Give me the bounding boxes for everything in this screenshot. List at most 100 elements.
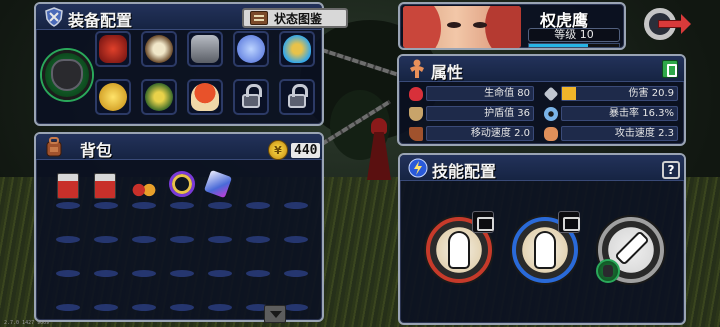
magnifier-orb-icon (237, 35, 265, 63)
stat-shield: 护盾值 36 (409, 106, 534, 121)
crossed-blades-icon (617, 233, 647, 263)
equipment-slot[interactable] (141, 31, 177, 67)
lightning-orb-icon (406, 156, 430, 180)
version-label: 2.7.0 1427 9609 (4, 320, 50, 326)
exit-button[interactable] (636, 4, 691, 44)
bag-slot[interactable] (284, 270, 308, 277)
padlock-icon (242, 84, 262, 108)
plant-monster-icon (145, 83, 173, 111)
blue-flame-icon (283, 35, 311, 63)
heart-icon (409, 86, 423, 101)
bag-slot[interactable] (94, 270, 118, 277)
bag-slot[interactable] (132, 236, 156, 243)
backpack-title: 背包 (80, 141, 113, 160)
scroll-down-button[interactable] (264, 305, 286, 323)
sword-icon (543, 86, 559, 101)
character-level: 等级 10 (528, 28, 620, 42)
attributes-title: 属性 (431, 63, 464, 82)
gold-counter: ¥ 440 (268, 140, 321, 160)
bag-slot[interactable] (56, 202, 80, 209)
bag-item[interactable] (202, 168, 234, 200)
bag-slot[interactable] (246, 202, 270, 209)
skill-type-badge-icon (472, 211, 494, 233)
bag-slot[interactable] (170, 270, 194, 277)
crystal-cube-icon (203, 169, 233, 199)
damage-fill (562, 87, 576, 100)
stat-attack-speed: 攻击速度 2.3 (544, 126, 678, 141)
bag-slot[interactable] (56, 270, 80, 277)
bag-slot[interactable] (208, 236, 232, 243)
red-mushroom-icon (191, 83, 219, 111)
equipment-panel: 装备配置 状态图鉴 (34, 2, 348, 126)
equipment-slot[interactable] (95, 31, 131, 67)
equipment-slot[interactable] (141, 79, 177, 115)
eye-icon (544, 106, 558, 121)
backpack-panel: 背包 ¥ 440 (34, 132, 324, 323)
stat-attack-speed-label: 攻击速度 2.3 (614, 128, 674, 139)
equipment-slot[interactable] (95, 79, 131, 115)
exit-arrow-icon (658, 14, 691, 34)
status-codex-button[interactable]: 状态图鉴 (242, 8, 348, 28)
locked-equipment-slot[interactable] (233, 79, 269, 115)
stat-crit-label: 暴击率 16.3% (609, 108, 674, 119)
monk-meditate-icon (450, 233, 468, 267)
character-panel: 权虎鹰 等级 10 (398, 2, 626, 50)
shield-icon (409, 106, 423, 121)
skills-title: 技能配置 (432, 162, 497, 181)
muscle-figure-icon (405, 57, 429, 81)
bag-slot[interactable] (246, 270, 270, 277)
book-icon (250, 11, 268, 25)
bag-slot[interactable] (284, 236, 308, 243)
berry-cluster-icon (131, 182, 157, 198)
bag-slot[interactable] (56, 304, 80, 311)
bag-slot[interactable] (94, 202, 118, 209)
bag-slot[interactable] (284, 304, 308, 311)
character-portrait (403, 6, 521, 48)
bag-slot[interactable] (208, 202, 232, 209)
monk-meditate-icon (536, 233, 554, 267)
stat-health-label: 生命值 80 (484, 88, 530, 99)
boot-icon (409, 126, 423, 141)
bag-slot[interactable] (208, 304, 232, 311)
bag-slot[interactable] (170, 304, 194, 311)
red-mask-icon (99, 35, 127, 63)
help-button[interactable]: ? (662, 161, 680, 179)
gold-amount: 440 (291, 142, 321, 158)
purple-star-necklace-icon (169, 171, 195, 197)
stat-health: 生命值 80 (409, 86, 534, 101)
bag-slot[interactable] (246, 236, 270, 243)
bag-slot[interactable] (132, 304, 156, 311)
equipment-slot[interactable] (279, 31, 315, 67)
stat-move-speed: 移动速度 2.0 (409, 126, 534, 141)
bag-slot[interactable] (94, 304, 118, 311)
share-icon[interactable] (662, 60, 678, 78)
bag-slot[interactable] (284, 202, 308, 209)
bag-slot[interactable] (170, 202, 194, 209)
bag-slot[interactable] (208, 270, 232, 277)
equipment-slot[interactable] (233, 31, 269, 67)
stat-shield-label: 护盾值 36 (484, 108, 530, 119)
golden-claw-icon (99, 83, 127, 111)
padlock-icon (288, 84, 308, 108)
bag-item[interactable] (52, 170, 84, 202)
equipment-title: 装备配置 (68, 11, 133, 30)
equipment-slot[interactable] (187, 31, 223, 67)
bag-slot[interactable] (56, 236, 80, 243)
stat-damage-label: 伤害 20.9 (628, 88, 674, 99)
claw-gauntlet-icon (51, 59, 83, 91)
bag-slot[interactable] (170, 236, 194, 243)
experience-bar (528, 43, 620, 48)
bag-slot[interactable] (132, 270, 156, 277)
stat-move-speed-label: 移动速度 2.0 (470, 128, 530, 139)
bag-item[interactable] (89, 170, 121, 202)
main-weapon-slot[interactable] (42, 50, 92, 100)
bag-item[interactable] (166, 168, 198, 200)
bag-slot[interactable] (132, 202, 156, 209)
locked-equipment-slot[interactable] (279, 79, 315, 115)
red-scroll-machine-icon (94, 173, 116, 199)
bag-slot[interactable] (94, 236, 118, 243)
fist-icon (544, 126, 558, 141)
shield-swords-icon (42, 5, 66, 29)
equipment-slot[interactable] (187, 79, 223, 115)
skill-type-badge-icon (558, 211, 580, 233)
